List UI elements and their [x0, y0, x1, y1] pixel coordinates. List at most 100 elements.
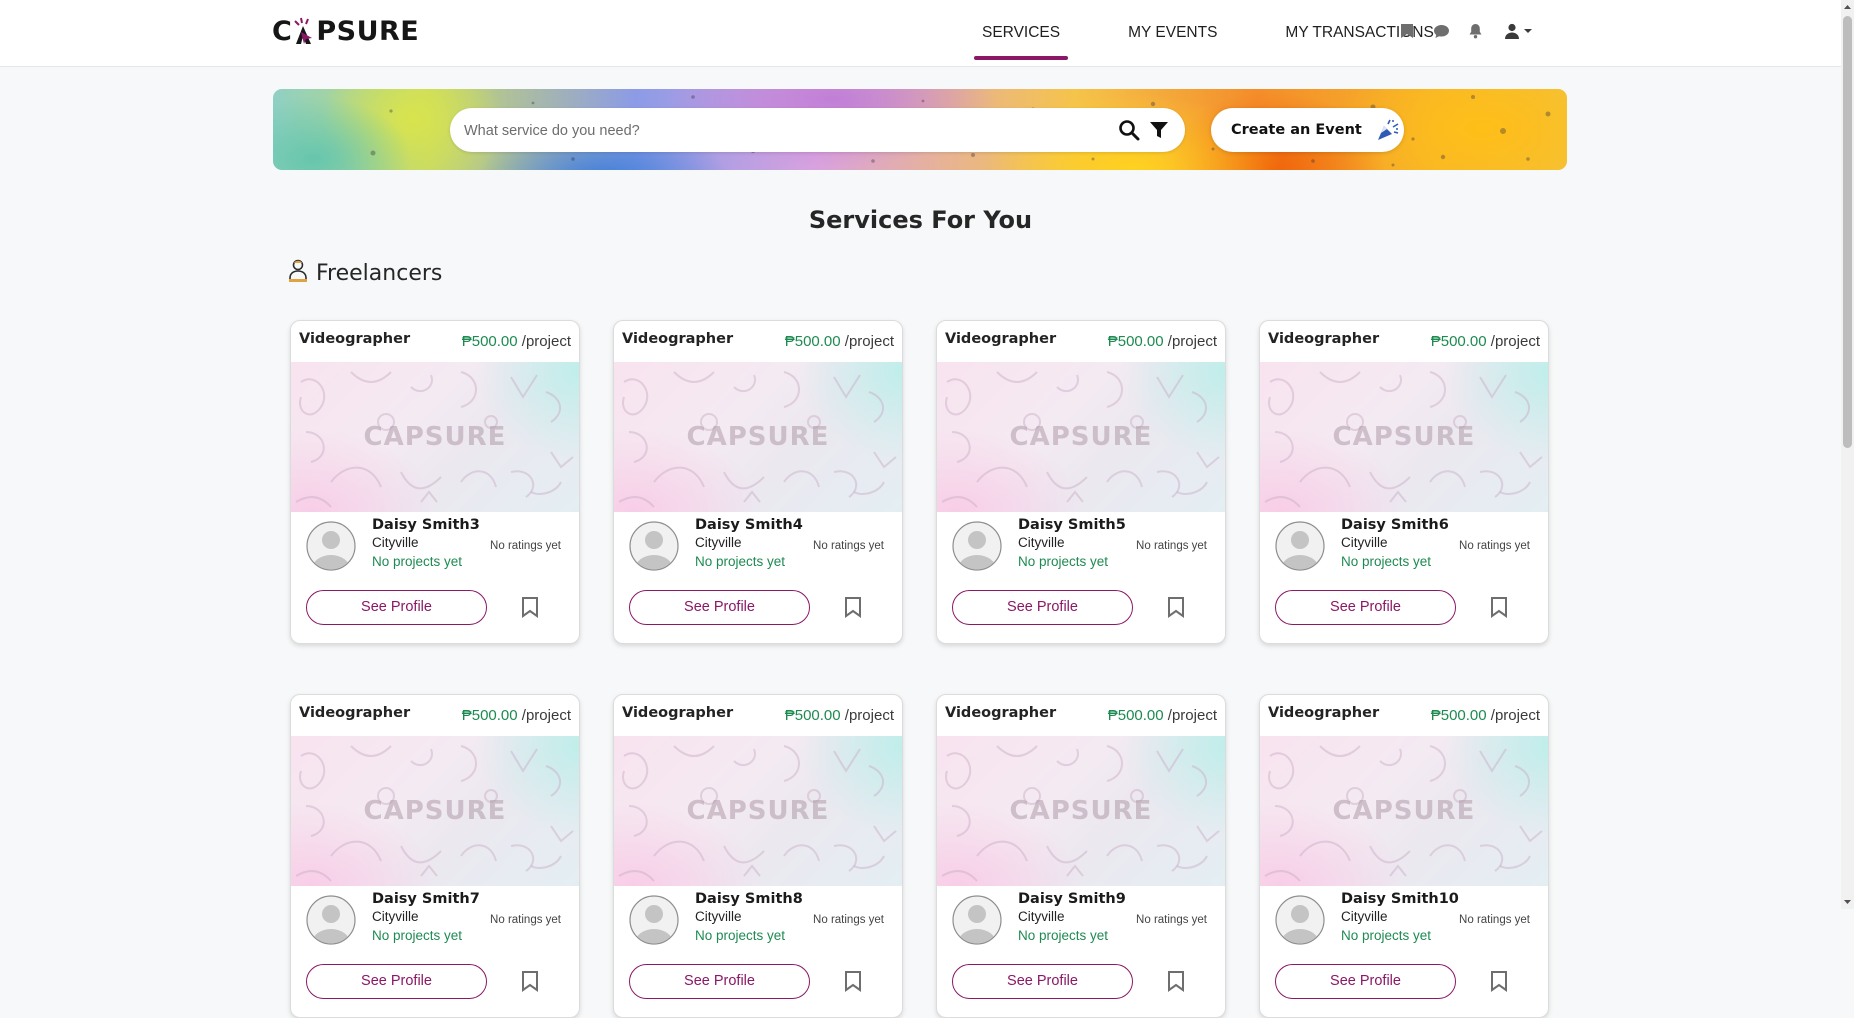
see-profile-button[interactable]: See Profile [306, 590, 487, 625]
logo-cursor-icon [292, 16, 316, 46]
service-thumbnail[interactable]: CAPSURE [291, 362, 579, 512]
nav-services[interactable]: SERVICES [968, 20, 1074, 60]
party-popper-icon [1376, 118, 1400, 142]
avatar[interactable] [306, 895, 356, 945]
bookmark-icon[interactable] [1489, 970, 1511, 994]
price-amount: ₱500.00 [461, 333, 518, 350]
service-title: Videographer [945, 331, 1057, 347]
projects-count: No projects yet [372, 554, 463, 569]
bookmark-icon[interactable] [1166, 970, 1188, 994]
projects-count: No projects yet [695, 554, 786, 569]
capsure-logo[interactable]: C PSURE [272, 14, 419, 48]
scrollbar-thumb[interactable] [1843, 16, 1852, 448]
bookmark-icon[interactable] [843, 970, 865, 994]
service-title: Videographer [622, 331, 734, 347]
ratings-text: No ratings yet [1136, 540, 1207, 552]
thumbnail-watermark: CAPSURE [1332, 422, 1476, 452]
user-icon [1505, 23, 1519, 39]
bookmark-icon[interactable] [520, 596, 542, 620]
freelancer-name: Daisy Smith3 [372, 517, 480, 533]
service-thumbnail[interactable]: CAPSURE [614, 736, 902, 886]
caret-down-icon [1524, 29, 1532, 33]
service-title: Videographer [622, 705, 734, 721]
filter-icon[interactable] [1148, 119, 1172, 143]
freelancer-city: Cityville [695, 909, 742, 924]
see-profile-button[interactable]: See Profile [306, 964, 487, 999]
projects-count: No projects yet [1341, 554, 1432, 569]
avatar[interactable] [306, 521, 356, 571]
freelancer-city: Cityville [1341, 535, 1388, 550]
price-unit: /project [1490, 333, 1540, 350]
bookmark-icon[interactable] [1489, 596, 1511, 620]
page-title: Services For You [808, 206, 1033, 234]
scroll-up-arrow-icon[interactable] [1841, 0, 1854, 14]
avatar[interactable] [629, 521, 679, 571]
freelancer-name: Daisy Smith5 [1018, 517, 1126, 533]
search-icon[interactable] [1118, 119, 1142, 143]
freelancer-card: Videographer ₱500.00 /project CAPSURE Da… [290, 694, 580, 1018]
price-amount: ₱500.00 [461, 707, 518, 724]
freelancer-card: Videographer ₱500.00 /project CAPSURE Da… [936, 320, 1226, 644]
projects-count: No projects yet [695, 928, 786, 943]
thumbnail-watermark: CAPSURE [686, 422, 830, 452]
see-profile-button[interactable]: See Profile [1275, 964, 1456, 999]
avatar[interactable] [629, 895, 679, 945]
freelancer-icon [287, 258, 309, 288]
freelancer-city: Cityville [695, 535, 742, 550]
bookmark-icon[interactable] [843, 596, 865, 620]
service-price: ₱500.00 /project [785, 333, 894, 350]
chat-icon[interactable] [1430, 20, 1452, 42]
avatar[interactable] [1275, 521, 1325, 571]
ratings-text: No ratings yet [813, 914, 884, 926]
service-thumbnail[interactable]: CAPSURE [1260, 362, 1548, 512]
freelancer-card: Videographer ₱500.00 /project CAPSURE Da… [290, 320, 580, 644]
bookmark-icon[interactable] [1166, 596, 1188, 620]
ratings-text: No ratings yet [1136, 914, 1207, 926]
scroll-down-arrow-icon[interactable] [1841, 895, 1854, 909]
freelancer-card: Videographer ₱500.00 /project CAPSURE Da… [1259, 320, 1549, 644]
service-price: ₱500.00 /project [1108, 707, 1217, 724]
freelancer-card: Videographer ₱500.00 /project CAPSURE Da… [613, 320, 903, 644]
avatar[interactable] [1275, 895, 1325, 945]
see-profile-button[interactable]: See Profile [629, 964, 810, 999]
bell-icon[interactable] [1464, 20, 1486, 42]
bookmark-icon[interactable] [520, 970, 542, 994]
search-bar [450, 108, 1185, 154]
page-scrollbar[interactable] [1841, 0, 1854, 909]
service-thumbnail[interactable]: CAPSURE [937, 362, 1225, 512]
service-title: Videographer [945, 705, 1057, 721]
service-price: ₱500.00 /project [462, 333, 571, 350]
price-amount: ₱500.00 [1430, 333, 1487, 350]
price-unit: /project [1490, 707, 1540, 724]
see-profile-button[interactable]: See Profile [1275, 590, 1456, 625]
thumbnail-watermark: CAPSURE [363, 796, 507, 826]
see-profile-button[interactable]: See Profile [952, 964, 1133, 999]
price-unit: /project [1167, 707, 1217, 724]
price-amount: ₱500.00 [784, 707, 841, 724]
ratings-text: No ratings yet [1459, 540, 1530, 552]
freelancer-name: Daisy Smith10 [1341, 891, 1459, 907]
logo-letter-c: C [272, 15, 293, 47]
service-thumbnail[interactable]: CAPSURE [1260, 736, 1548, 886]
service-title: Videographer [1268, 705, 1380, 721]
nav-my-events[interactable]: MY EVENTS [1114, 20, 1231, 46]
price-unit: /project [844, 707, 894, 724]
see-profile-button[interactable]: See Profile [629, 590, 810, 625]
create-event-label: Create an Event [1231, 122, 1362, 138]
service-thumbnail[interactable]: CAPSURE [614, 362, 902, 512]
see-profile-button[interactable]: See Profile [952, 590, 1133, 625]
avatar[interactable] [952, 521, 1002, 571]
create-event-button[interactable]: Create an Event [1211, 108, 1404, 152]
price-unit: /project [521, 333, 571, 350]
search-input[interactable] [462, 108, 1106, 154]
thumbnail-watermark: CAPSURE [686, 796, 830, 826]
thumbnail-watermark: CAPSURE [1332, 796, 1476, 826]
user-menu[interactable] [1504, 23, 1533, 39]
service-thumbnail[interactable]: CAPSURE [291, 736, 579, 886]
service-thumbnail[interactable]: CAPSURE [937, 736, 1225, 886]
price-amount: ₱500.00 [1430, 707, 1487, 724]
service-price: ₱500.00 /project [1108, 333, 1217, 350]
ratings-text: No ratings yet [1459, 914, 1530, 926]
bookmark-icon[interactable] [1396, 20, 1418, 42]
avatar[interactable] [952, 895, 1002, 945]
